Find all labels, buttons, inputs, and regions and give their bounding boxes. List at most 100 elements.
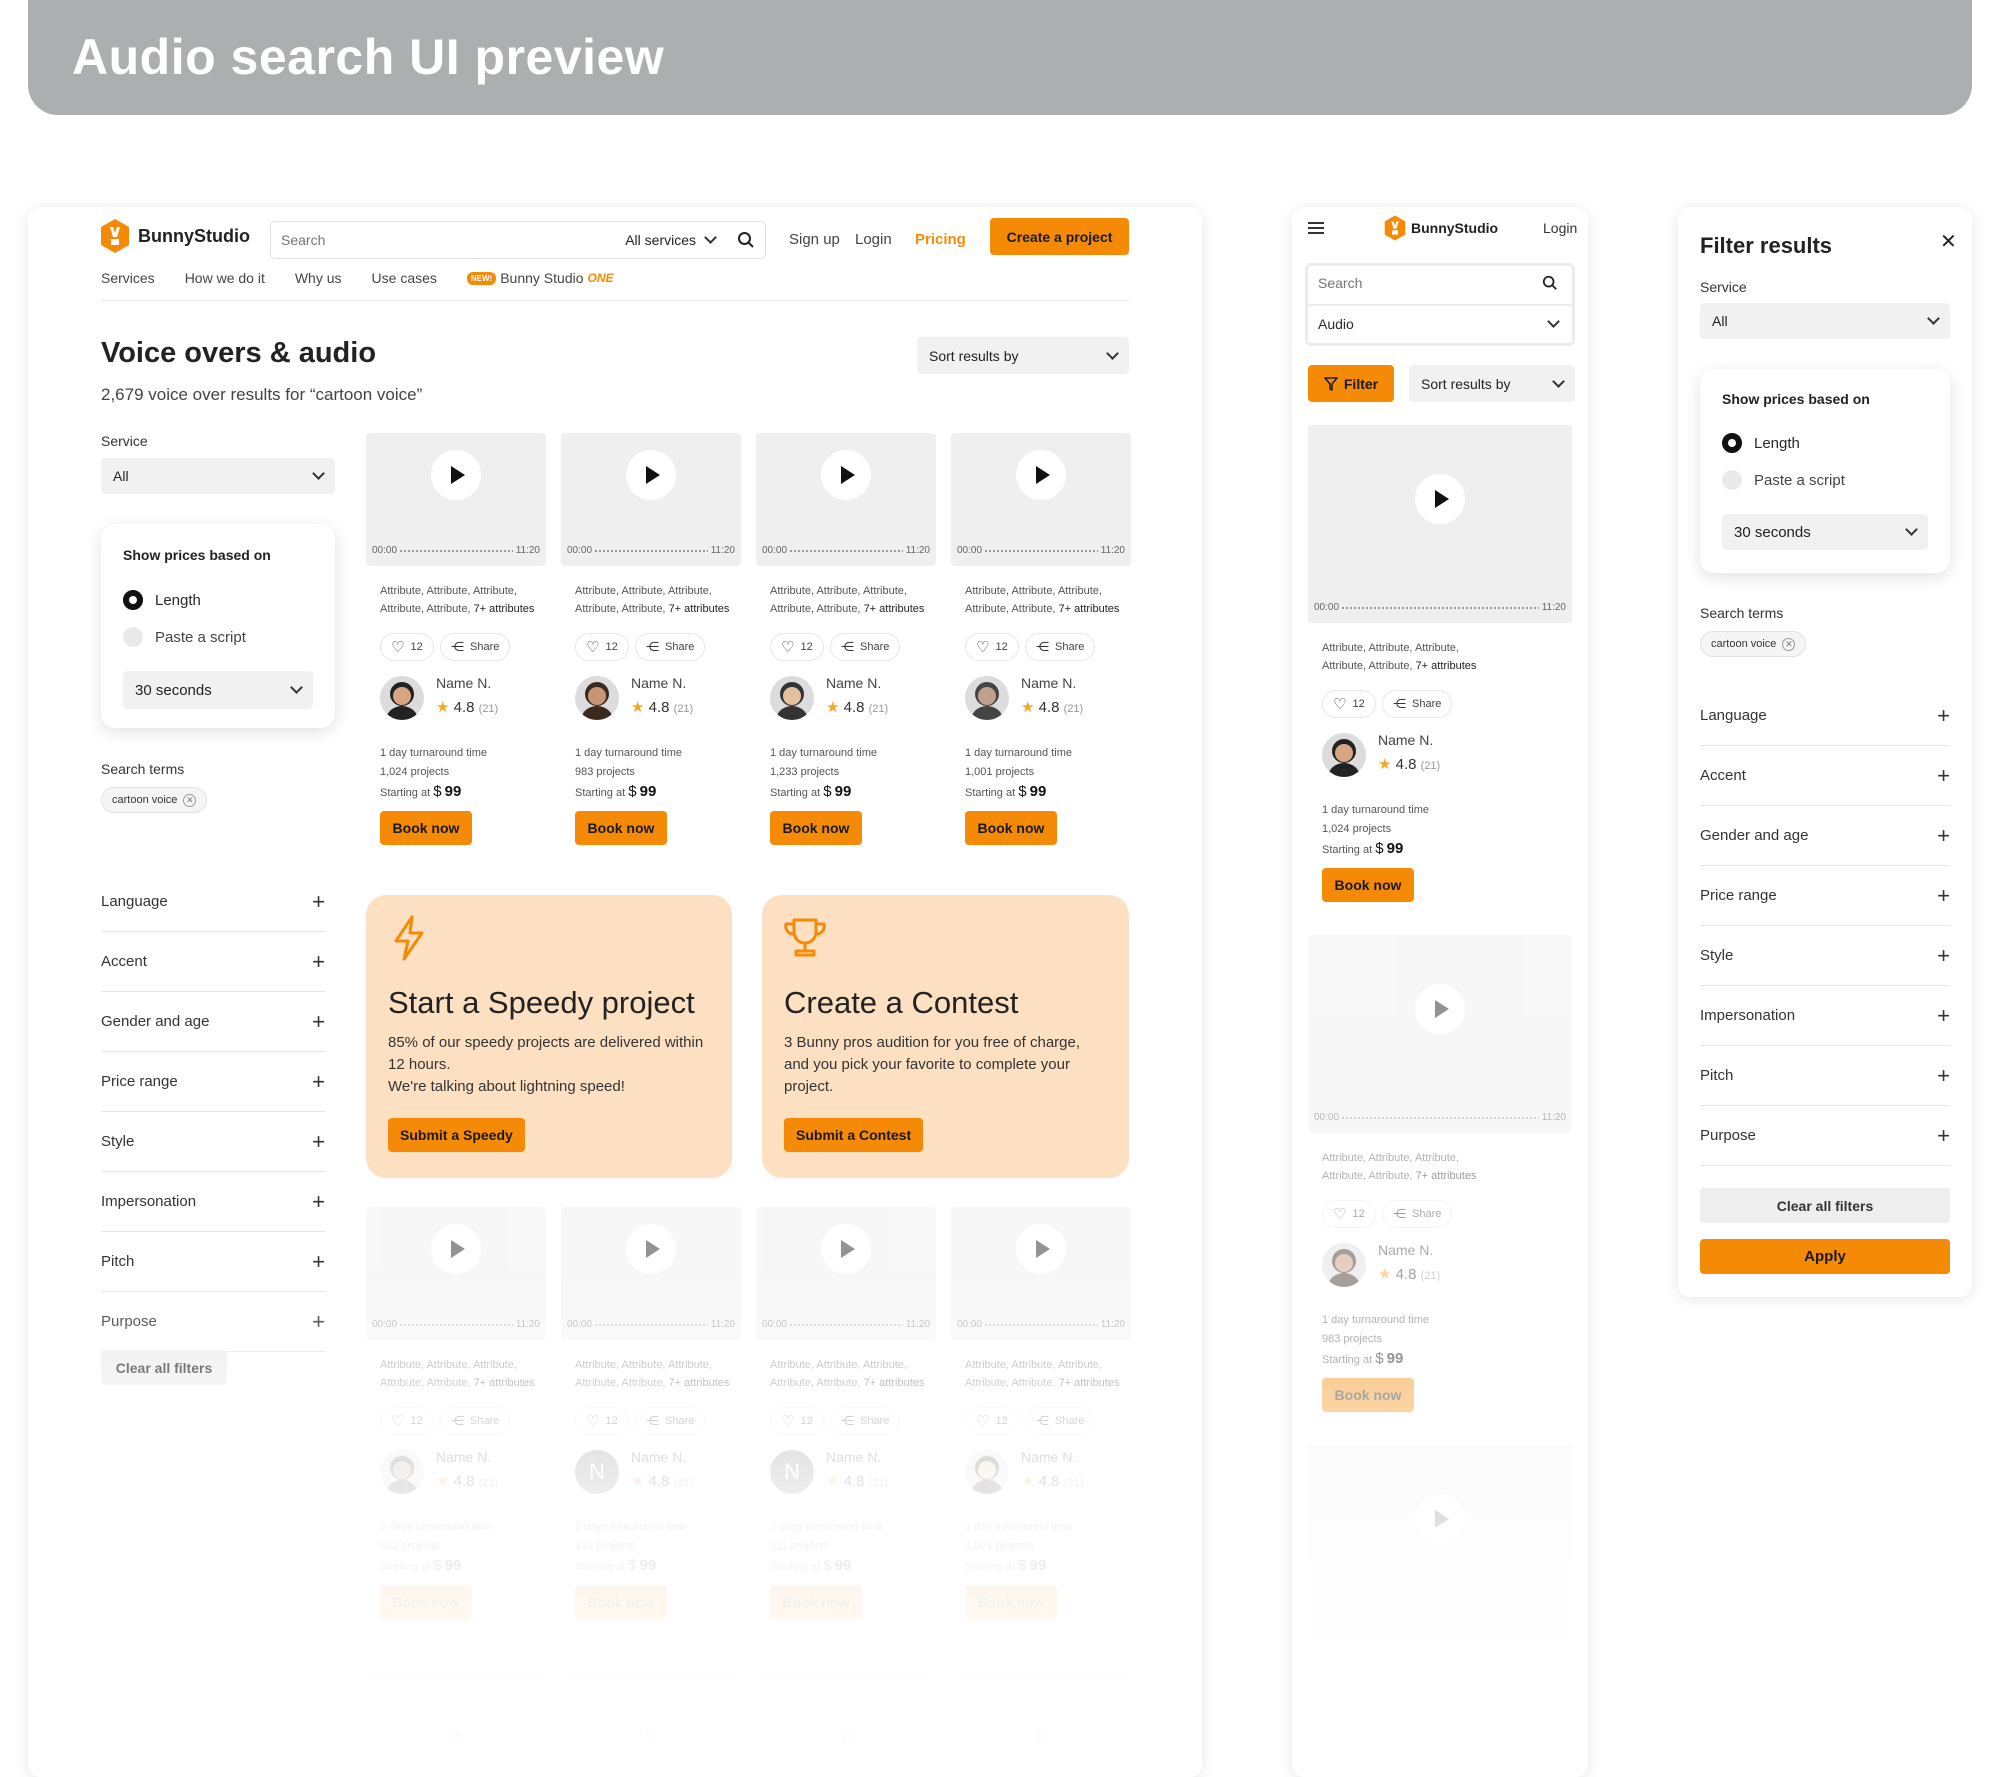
play-button[interactable] bbox=[821, 1223, 871, 1274]
talent-name[interactable]: Name N. bbox=[826, 675, 881, 691]
filter-service-select[interactable]: All bbox=[1700, 303, 1950, 339]
book-now-button[interactable]: Book now bbox=[575, 811, 667, 845]
talent-name[interactable]: Name N. bbox=[436, 675, 491, 691]
pricing-link[interactable]: Pricing bbox=[915, 231, 966, 248]
audio-timeline[interactable]: 00:00 11:20 bbox=[1314, 602, 1566, 613]
share-button[interactable]: ⋲ Share bbox=[830, 1407, 901, 1435]
search-icon[interactable] bbox=[1542, 275, 1558, 291]
play-button[interactable] bbox=[431, 1223, 481, 1274]
share-button[interactable]: ⋲ Share bbox=[1382, 1200, 1453, 1228]
accordion-accent[interactable]: Accent + bbox=[1700, 746, 1950, 806]
share-button[interactable]: ⋲ Share bbox=[1025, 1407, 1096, 1435]
mobile-filter-button[interactable]: Filter bbox=[1308, 365, 1394, 402]
book-now-button[interactable]: Book now bbox=[1322, 868, 1414, 902]
search-term-chip[interactable]: cartoon voice ✕ bbox=[101, 787, 208, 813]
play-button[interactable] bbox=[626, 1712, 676, 1762]
avatar[interactable] bbox=[965, 676, 1009, 720]
close-icon[interactable]: ✕ bbox=[1940, 229, 1957, 254]
share-button[interactable]: ⋲ Share bbox=[440, 633, 511, 661]
accordion-accent[interactable]: Accent + bbox=[101, 932, 325, 992]
accordion-pitch[interactable]: Pitch + bbox=[101, 1232, 325, 1292]
play-button[interactable] bbox=[431, 449, 481, 500]
filter-search-term-chip[interactable]: cartoon voice ✕ bbox=[1700, 631, 1807, 657]
share-button[interactable]: ⋲ Share bbox=[830, 633, 901, 661]
play-button[interactable] bbox=[1415, 1494, 1465, 1544]
like-button[interactable]: ♡ 12 bbox=[575, 1407, 629, 1435]
like-button[interactable]: ♡ 12 bbox=[770, 633, 824, 661]
talent-name[interactable]: Name N. bbox=[1378, 732, 1433, 748]
filter-length-select[interactable]: 30 seconds bbox=[1722, 514, 1928, 550]
like-button[interactable]: ♡ 12 bbox=[1322, 1200, 1376, 1228]
accordion-gender-and-age[interactable]: Gender and age + bbox=[1700, 806, 1950, 866]
radio-length[interactable]: Length bbox=[123, 590, 201, 610]
filter-radio-script[interactable]: Paste a script bbox=[1722, 470, 1845, 490]
mobile-brand-logo[interactable]: BunnyStudio bbox=[1384, 215, 1498, 241]
like-button[interactable]: ♡ 12 bbox=[965, 633, 1019, 661]
brand-logo[interactable]: BunnyStudio bbox=[100, 219, 250, 253]
create-project-button[interactable]: Create a project bbox=[990, 218, 1129, 255]
apply-button[interactable]: Apply bbox=[1700, 1239, 1950, 1274]
search-input[interactable] bbox=[281, 232, 626, 248]
avatar[interactable] bbox=[380, 676, 424, 720]
like-button[interactable]: ♡ 12 bbox=[965, 1407, 1019, 1435]
accordion-language[interactable]: Language + bbox=[101, 872, 325, 932]
nav-services[interactable]: Services bbox=[101, 270, 155, 286]
accordion-impersonation[interactable]: Impersonation + bbox=[1700, 986, 1950, 1046]
remove-chip-icon[interactable]: ✕ bbox=[183, 793, 197, 807]
like-button[interactable]: ♡ 12 bbox=[770, 1407, 824, 1435]
talent-name[interactable]: Name N. bbox=[631, 1449, 686, 1465]
talent-name[interactable]: Name N. bbox=[826, 1449, 881, 1465]
avatar[interactable]: N bbox=[575, 1450, 619, 1494]
submit-contest-button[interactable]: Submit a Contest bbox=[784, 1118, 924, 1152]
accordion-impersonation[interactable]: Impersonation + bbox=[101, 1172, 325, 1232]
share-button[interactable]: ⋲ Share bbox=[1382, 690, 1453, 718]
mobile-category-select[interactable]: Audio bbox=[1318, 315, 1560, 332]
search-icon[interactable] bbox=[737, 231, 755, 249]
like-button[interactable]: ♡ 12 bbox=[380, 1407, 434, 1435]
nav-how-we-do-it[interactable]: How we do it bbox=[185, 270, 265, 286]
mobile-login-link[interactable]: Login bbox=[1543, 220, 1577, 236]
book-now-button[interactable]: Book now bbox=[380, 1585, 472, 1619]
book-now-button[interactable]: Book now bbox=[770, 811, 862, 845]
accordion-price-range[interactable]: Price range + bbox=[101, 1052, 325, 1112]
book-now-button[interactable]: Book now bbox=[965, 1585, 1057, 1619]
submit-speedy-button[interactable]: Submit a Speedy bbox=[388, 1118, 525, 1152]
services-select[interactable]: All services bbox=[625, 231, 717, 248]
audio-timeline[interactable]: 00:00 11:20 bbox=[372, 545, 540, 556]
accordion-gender-and-age[interactable]: Gender and age + bbox=[101, 992, 325, 1052]
book-now-button[interactable]: Book now bbox=[575, 1585, 667, 1619]
audio-timeline[interactable]: 00:00 11:20 bbox=[957, 1319, 1125, 1330]
audio-timeline[interactable]: 00:00 11:20 bbox=[762, 545, 930, 556]
avatar[interactable] bbox=[1322, 1243, 1366, 1287]
audio-timeline[interactable]: 00:00 11:20 bbox=[1314, 1112, 1566, 1123]
mobile-sort-select[interactable]: Sort results by bbox=[1409, 365, 1575, 402]
accordion-price-range[interactable]: Price range + bbox=[1700, 866, 1950, 926]
avatar[interactable]: N bbox=[770, 1450, 814, 1494]
talent-name[interactable]: Name N. bbox=[436, 1449, 491, 1465]
audio-timeline[interactable]: 00:00 11:20 bbox=[567, 545, 735, 556]
service-select[interactable]: All bbox=[101, 458, 335, 494]
login-link[interactable]: Login bbox=[855, 231, 892, 248]
accordion-style[interactable]: Style + bbox=[101, 1112, 325, 1172]
remove-chip-icon[interactable]: ✕ bbox=[1782, 637, 1796, 651]
play-button[interactable] bbox=[1415, 984, 1465, 1034]
share-button[interactable]: ⋲ Share bbox=[635, 633, 706, 661]
avatar[interactable] bbox=[965, 1450, 1009, 1494]
accordion-style[interactable]: Style + bbox=[1700, 926, 1950, 986]
talent-name[interactable]: Name N. bbox=[1378, 1242, 1433, 1258]
share-button[interactable]: ⋲ Share bbox=[635, 1407, 706, 1435]
talent-name[interactable]: Name N. bbox=[1021, 1449, 1076, 1465]
nav-bunny-one[interactable]: NEW! Bunny Studio ONE bbox=[466, 270, 614, 286]
like-button[interactable]: ♡ 12 bbox=[1322, 690, 1376, 718]
accordion-language[interactable]: Language + bbox=[1700, 686, 1950, 746]
hamburger-menu-icon[interactable] bbox=[1308, 222, 1324, 234]
play-button[interactable] bbox=[821, 449, 871, 500]
play-button[interactable] bbox=[1016, 449, 1066, 500]
play-button[interactable] bbox=[626, 449, 676, 500]
share-button[interactable]: ⋲ Share bbox=[1025, 633, 1096, 661]
like-button[interactable]: ♡ 12 bbox=[380, 633, 434, 661]
play-button[interactable] bbox=[626, 1223, 676, 1274]
play-button[interactable] bbox=[1415, 474, 1465, 524]
book-now-button[interactable]: Book now bbox=[1322, 1378, 1414, 1412]
share-button[interactable]: ⋲ Share bbox=[440, 1407, 511, 1435]
